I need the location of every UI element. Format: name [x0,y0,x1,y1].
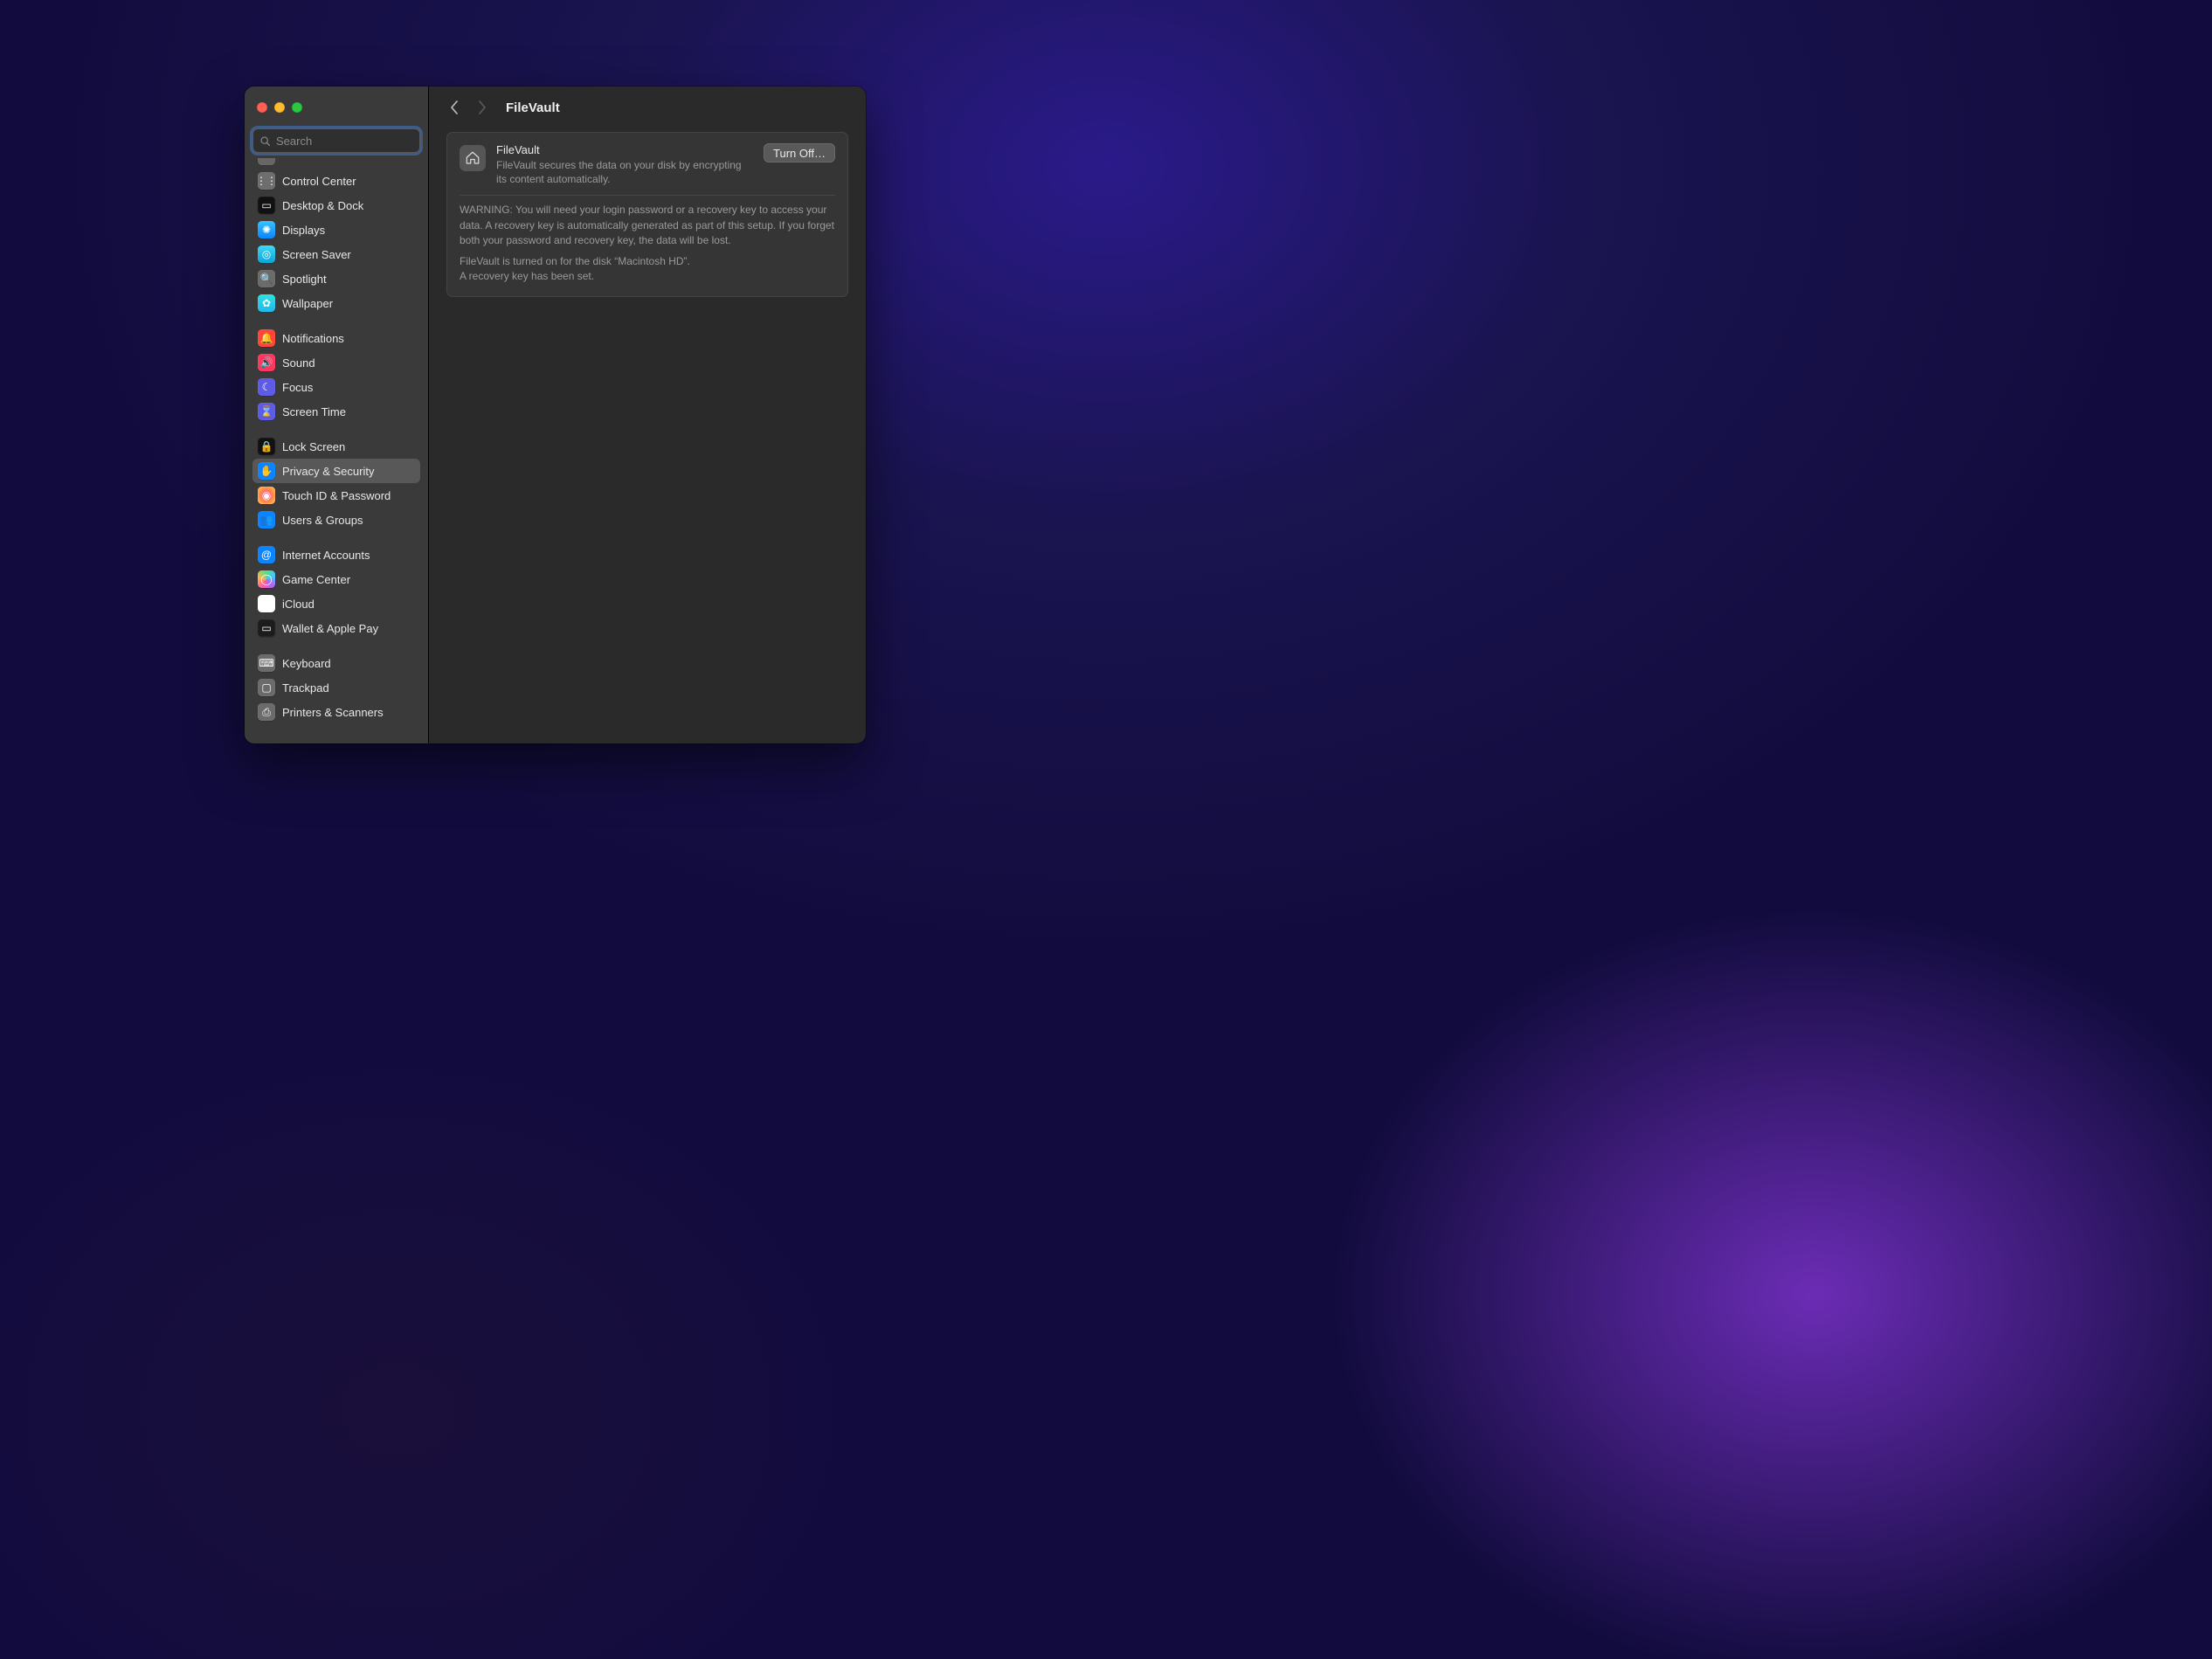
sidebar-item-label: Keyboard [282,657,331,670]
content-header: FileVault [429,86,866,128]
sidebar-item-printers-scanners[interactable]: ⎙ Printers & Scanners [252,700,420,724]
sound-icon: 🔊 [258,354,275,371]
wallpaper-icon: ✿ [258,294,275,312]
content-pane: FileVault FileVault FileVault secures th… [429,86,866,743]
warning-text: WARNING: You will need your login passwo… [460,203,835,248]
content-body: FileVault FileVault secures the data on … [429,128,866,315]
window-controls [257,102,302,113]
chevron-right-icon [478,100,487,114]
sidebar-item-privacy-security[interactable]: ✋ Privacy & Security [252,459,420,483]
sidebar-item-label: iCloud [282,598,315,611]
nav-back-button[interactable] [446,96,462,119]
screen-time-icon: ⌛ [258,403,275,420]
sidebar-group-separator [252,315,420,326]
sidebar-item-label: Sound [282,356,315,370]
close-button[interactable] [257,102,267,113]
sidebar-item-internet-accounts[interactable]: @ Internet Accounts [252,543,420,567]
sidebar-item-trackpad[interactable]: ▢ Trackpad [252,675,420,700]
status-text-2: A recovery key has been set. [460,269,835,284]
sidebar-group-separator [252,640,420,651]
search-field[interactable] [252,128,420,153]
lock-screen-icon: 🔒 [258,438,275,455]
sidebar-item-displays[interactable]: ✺ Displays [252,218,420,242]
sidebar-item-control-center[interactable]: ⋮⋮ Control Center [252,169,420,193]
system-settings-window: ⋮⋮ Control Center ▭ Desktop & Dock ✺ Displays… [245,86,866,743]
search-container [245,128,428,158]
chevron-left-icon [450,100,459,114]
sidebar-item-label: Wallpaper [282,297,333,310]
sidebar-item-label: Focus [282,381,313,394]
sidebar-item-focus[interactable]: ☾ Focus [252,375,420,399]
status-text-1: FileVault is turned on for the disk “Mac… [460,254,835,269]
zoom-button[interactable] [292,102,302,113]
sidebar-item-notifications[interactable]: 🔔 Notifications [252,326,420,350]
sidebar-item-wallpaper[interactable]: ✿ Wallpaper [252,291,420,315]
sidebar-group-separator [252,424,420,434]
sidebar-item-keyboard[interactable]: ⌨ Keyboard [252,651,420,675]
search-input[interactable] [271,135,413,148]
sidebar-item-item[interactable] [252,158,420,169]
sidebar-item-users-groups[interactable]: 👥 Users & Groups [252,508,420,532]
search-icon [259,135,271,147]
users-groups-icon: 👥 [258,511,275,529]
sidebar-item-label: Users & Groups [282,514,363,527]
sidebar-item-sound[interactable]: 🔊 Sound [252,350,420,375]
sidebar-item-desktop-dock[interactable]: ▭ Desktop & Dock [252,193,420,218]
sidebar-group-separator [252,532,420,543]
wallet-apple-pay-icon: ▭ [258,619,275,637]
titlebar [245,86,428,128]
filevault-icon [460,145,486,171]
notifications-icon: 🔔 [258,329,275,347]
control-center-icon: ⋮⋮ [258,172,275,190]
sidebar-item-label: Game Center [282,573,350,586]
panel-title: FileVault [496,143,753,156]
divider [460,195,835,196]
sidebar-item-label: Notifications [282,332,344,345]
trackpad-icon: ▢ [258,679,275,696]
sidebar-item-screen-saver[interactable]: ◎ Screen Saver [252,242,420,266]
sidebar-item-label: Touch ID & Password [282,489,391,502]
house-icon [465,150,480,166]
internet-accounts-icon: @ [258,546,275,563]
sidebar-item-lock-screen[interactable]: 🔒 Lock Screen [252,434,420,459]
sidebar-item-label: Lock Screen [282,440,345,453]
sidebar-item-screen-time[interactable]: ⌛ Screen Time [252,399,420,424]
focus-icon: ☾ [258,378,275,396]
sidebar-item-label: Desktop & Dock [282,199,363,212]
sidebar-item-label: Printers & Scanners [282,706,384,719]
sidebar-item-game-center[interactable]: ◯ Game Center [252,567,420,591]
sidebar-item-label: Screen Time [282,405,346,418]
nav-forward-button[interactable] [474,96,490,119]
panel-subtitle: FileVault secures the data on your disk … [496,158,753,186]
turn-off-button[interactable]: Turn Off… [764,143,835,162]
printers-scanners-icon: ⎙ [258,703,275,721]
sidebar-item-icloud[interactable]: ☁︎ iCloud [252,591,420,616]
sidebar-item-label: Spotlight [282,273,327,286]
displays-icon: ✺ [258,221,275,238]
sidebar-item-spotlight[interactable]: 🔍 Spotlight [252,266,420,291]
touch-id-password-icon: ◉ [258,487,275,504]
sidebar-item-label: Privacy & Security [282,465,374,478]
sidebar-item-label: Screen Saver [282,248,351,261]
minimize-button[interactable] [274,102,285,113]
sidebar-item-label: Trackpad [282,681,329,695]
desktop-dock-icon: ▭ [258,197,275,214]
privacy-security-icon: ✋ [258,462,275,480]
sidebar-item-label: Internet Accounts [282,549,370,562]
item-icon [258,158,275,165]
sidebar-item-wallet-apple-pay[interactable]: ▭ Wallet & Apple Pay [252,616,420,640]
screen-saver-icon: ◎ [258,245,275,263]
filevault-panel: FileVault FileVault secures the data on … [446,132,848,297]
sidebar-item-label: Displays [282,224,325,237]
spotlight-icon: 🔍 [258,270,275,287]
sidebar-item-label: Control Center [282,175,356,188]
sidebar: ⋮⋮ Control Center ▭ Desktop & Dock ✺ Displays… [245,86,429,743]
icloud-icon: ☁︎ [258,595,275,612]
sidebar-list[interactable]: ⋮⋮ Control Center ▭ Desktop & Dock ✺ Displays… [245,158,428,743]
sidebar-item-touch-id-password[interactable]: ◉ Touch ID & Password [252,483,420,508]
page-title: FileVault [506,100,560,115]
sidebar-item-label: Wallet & Apple Pay [282,622,378,635]
game-center-icon: ◯ [258,570,275,588]
keyboard-icon: ⌨ [258,654,275,672]
